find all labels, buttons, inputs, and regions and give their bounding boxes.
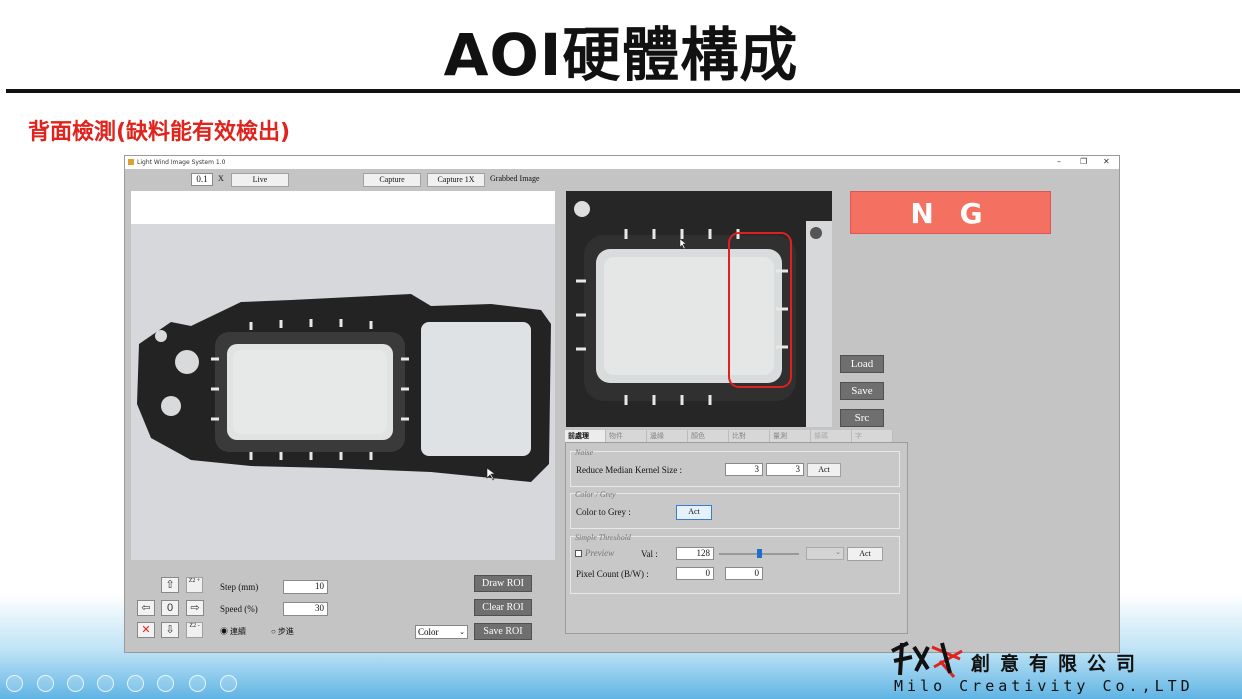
load-button[interactable]: Load: [840, 355, 884, 373]
pixel-black-count: 0: [676, 567, 714, 580]
home-zero-button[interactable]: 0: [161, 600, 179, 616]
threshold-title: Simple Threshold: [575, 533, 631, 542]
color-mode-select[interactable]: Color ⌄: [415, 625, 468, 639]
tab-barcode[interactable]: 條碼: [811, 430, 852, 442]
color-grey-act-button[interactable]: Act: [676, 505, 712, 520]
speed-label: Speed (%): [220, 604, 258, 614]
capture-1x-button[interactable]: Capture 1X: [427, 173, 485, 187]
tab-color[interactable]: 顏色: [688, 430, 729, 442]
app-icon: [128, 159, 134, 165]
camera-image: [131, 224, 555, 560]
color-to-grey-label: Color to Grey :: [576, 507, 631, 517]
company-name-en: Milo Creativity Co.,LTD: [894, 677, 1194, 695]
tab-match[interactable]: 比對: [729, 430, 770, 442]
color-mode-value: Color: [418, 627, 439, 637]
pen-icon[interactable]: [67, 675, 84, 692]
pixel-white-count: 0: [725, 567, 763, 580]
camera-view[interactable]: [131, 191, 555, 560]
close-icon[interactable]: ✕: [1103, 157, 1110, 166]
save-roi-button[interactable]: Save ROI: [474, 623, 532, 640]
slides-grid-icon[interactable]: [97, 675, 114, 692]
logo-mark-icon: [891, 641, 963, 678]
speed-input[interactable]: 30: [283, 602, 328, 616]
kernel-size-x-input[interactable]: 3: [725, 463, 763, 476]
clear-roi-button[interactable]: Clear ROI: [474, 599, 532, 616]
arrow-up-button[interactable]: ⇧: [161, 577, 179, 593]
tab-text[interactable]: 字: [852, 430, 893, 442]
slide: AOI硬體構成 背面檢測(缺料能有效檢出) Light Wind Image S…: [0, 0, 1242, 699]
next-slide-icon[interactable]: [37, 675, 54, 692]
title-divider: [6, 89, 1240, 93]
restore-icon[interactable]: ❐: [1080, 157, 1087, 166]
save-button[interactable]: Save: [840, 382, 884, 400]
screen-icon[interactable]: [157, 675, 174, 692]
function-tabs: 前處理 物件 邊緣 顏色 比對 量測 條碼 字: [565, 430, 909, 442]
company-logo: 創意有限公司 Milo Creativity Co.,LTD: [888, 637, 1238, 697]
window-titlebar: Light Wind Image System 1.0 – ❐ ✕: [125, 156, 1119, 169]
pixel-count-label: Pixel Count (B/W) :: [576, 569, 649, 579]
noise-group: Noise Reduce Median Kernel Size : 3 3 Ac…: [570, 448, 900, 487]
threshold-mode-select[interactable]: ⌄: [806, 547, 844, 560]
threshold-val-label: Val :: [641, 549, 658, 559]
window-title: Light Wind Image System 1.0: [137, 159, 226, 166]
color-grey-title: Color / Grey: [575, 490, 616, 499]
exposure-unit: X: [218, 174, 224, 183]
threshold-slider-thumb[interactable]: [757, 549, 762, 558]
slide-title: AOI硬體構成: [443, 21, 799, 89]
threshold-act-button[interactable]: Act: [847, 547, 883, 561]
mode-continuous-label: 連續: [230, 627, 246, 636]
grabbed-image-view[interactable]: [566, 191, 832, 427]
color-grey-group: Color / Grey Color to Grey : Act: [570, 490, 900, 529]
arrow-down-button[interactable]: ⇩: [161, 622, 179, 638]
live-button[interactable]: Live: [231, 173, 289, 187]
more-options-icon[interactable]: [220, 675, 237, 692]
tab-edge[interactable]: 邊緣: [647, 430, 688, 442]
aoi-app-window: Light Wind Image System 1.0 – ❐ ✕ 0.1 X …: [124, 155, 1120, 653]
mode-step-label: 步進: [277, 627, 294, 636]
exposure-input[interactable]: 0.1: [191, 173, 213, 186]
preview-checkbox[interactable]: [575, 550, 582, 557]
z2-minus-button[interactable]: Z2 -: [186, 622, 203, 638]
noise-act-button[interactable]: Act: [807, 463, 841, 477]
subtitles-icon[interactable]: [189, 675, 206, 692]
preprocess-panel: Noise Reduce Median Kernel Size : 3 3 Ac…: [565, 442, 908, 634]
src-button[interactable]: Src: [840, 409, 884, 427]
arrow-left-button[interactable]: ⇦: [137, 600, 155, 616]
simple-threshold-group: Simple Threshold Preview Val : 128 ⌄ Act…: [570, 533, 900, 594]
minimize-icon[interactable]: –: [1057, 157, 1061, 166]
slide-subtitle: 背面檢測(缺料能有效檢出): [28, 120, 291, 145]
company-name-cn: 創意有限公司: [971, 653, 1146, 675]
zoom-icon[interactable]: [127, 675, 144, 692]
noise-title: Noise: [575, 448, 594, 457]
capture-button[interactable]: Capture: [363, 173, 421, 187]
mode-continuous-radio[interactable]: ◉ 連續: [220, 626, 246, 637]
result-ng-badge: N G: [850, 191, 1051, 234]
arrow-right-button[interactable]: ⇨: [186, 600, 204, 616]
median-kernel-label: Reduce Median Kernel Size :: [576, 465, 682, 475]
tab-object[interactable]: 物件: [606, 430, 647, 442]
z2-plus-button[interactable]: Z2 +: [186, 577, 203, 593]
tab-measure[interactable]: 量測: [770, 430, 811, 442]
kernel-size-y-input[interactable]: 3: [766, 463, 804, 476]
stop-x-icon[interactable]: ✕: [137, 622, 155, 638]
draw-roi-button[interactable]: Draw ROI: [474, 575, 532, 592]
tab-preprocess[interactable]: 前處理: [565, 430, 606, 442]
step-label: Step (mm): [220, 582, 259, 592]
chevron-down-icon: ⌄: [459, 628, 465, 636]
grabbed-image: [566, 191, 832, 427]
step-input[interactable]: 10: [283, 580, 328, 594]
threshold-val-input[interactable]: 128: [676, 547, 714, 560]
prev-slide-icon[interactable]: [6, 675, 23, 692]
mode-step-radio[interactable]: ○ 步進: [271, 626, 294, 637]
grabbed-image-label: Grabbed Image: [490, 174, 540, 183]
preview-label: Preview: [585, 548, 615, 558]
presentation-toolbar: [0, 672, 250, 696]
